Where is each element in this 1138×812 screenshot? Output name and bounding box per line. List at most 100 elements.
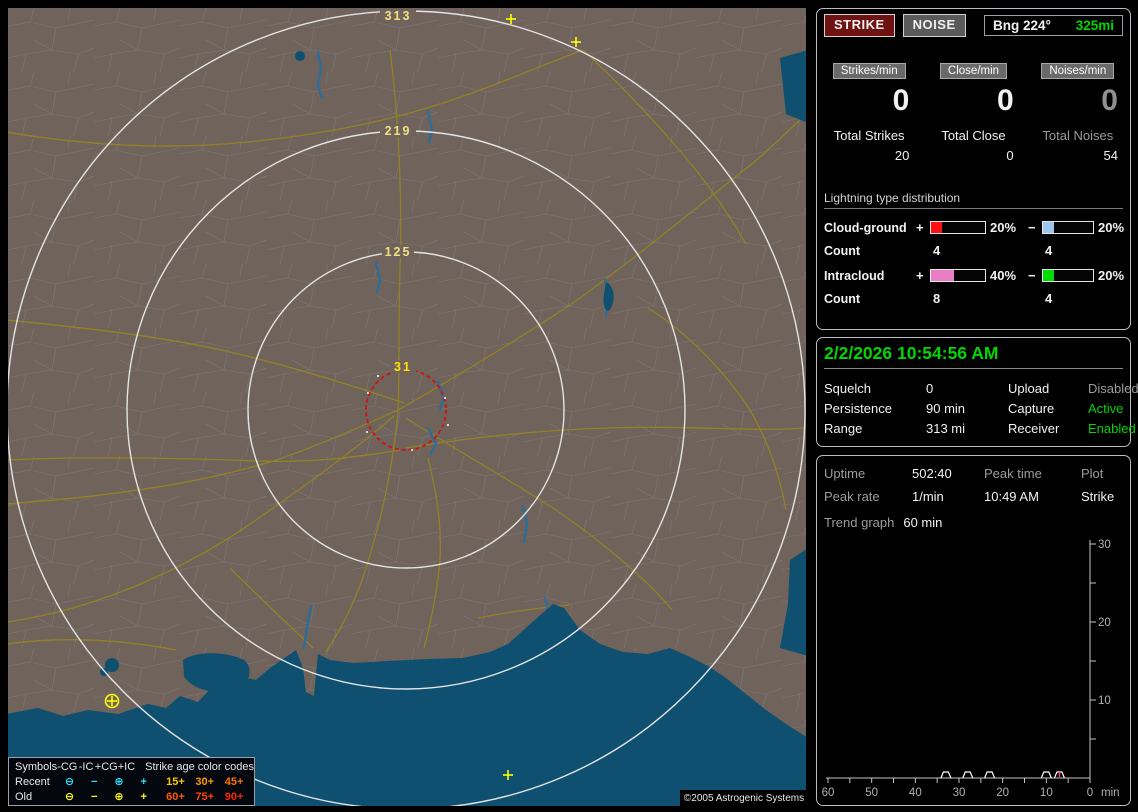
legend-recent-row: Recent ⊖ − ⊕ + 15+ 30+ 45+ <box>15 775 254 790</box>
ring-label-219: 219 <box>385 124 412 138</box>
strikes-counter: Strikes/min 0 Total Strikes 20 <box>824 63 914 163</box>
plot-value: Strike <box>1081 488 1115 504</box>
cloud-ground-count-row: Count 4 4 <box>824 243 1123 258</box>
cloud-ground-label: Cloud-ground <box>824 220 907 235</box>
legend-col-pic: +IC <box>117 761 136 773</box>
range-label: Range <box>824 420 863 436</box>
lightning-map[interactable]: 313 219 125 31 Symbols -CG -IC +CG +IC S… <box>8 8 806 806</box>
legend-old-row: Old ⊖ − ⊕ + 60+ 75+ 90+ <box>15 790 254 805</box>
cg-positive-bar <box>930 221 986 234</box>
trend-graph-row: Trend graph 60 min <box>824 515 1123 530</box>
strikes-per-min-value: 0 <box>892 84 910 117</box>
legend-recent-label: Recent <box>15 776 50 788</box>
ic-negative-count: 4 <box>1045 291 1053 306</box>
trend-graph: 60 50 40 30 20 10 0 min 30 20 10 <box>822 539 1120 799</box>
svg-text:20: 20 <box>1098 617 1111 629</box>
rate-counters: Strikes/min 0 Total Strikes 20 Close/min… <box>824 63 1123 163</box>
bearing-range-value: 325mi <box>1075 18 1114 33</box>
persistence-label: Persistence <box>824 400 892 416</box>
bearing-value: Bng 224° <box>993 18 1051 33</box>
peak-rate-label: Peak rate <box>824 488 880 504</box>
peak-time-label: Peak time <box>984 465 1042 481</box>
upload-label: Upload <box>1008 380 1050 396</box>
total-close-label: Total Close <box>941 128 1006 143</box>
noises-counter: Noises/min 0 Total Noises 54 <box>1033 63 1123 163</box>
svg-text:50: 50 <box>865 787 878 799</box>
range-value: 313 mi <box>926 420 966 436</box>
trend-graph-window: 60 min <box>903 515 943 530</box>
app-window: 313 219 125 31 Symbols -CG -IC +CG +IC S… <box>0 0 1138 812</box>
plus-sign: + <box>916 268 924 283</box>
total-close-value: 0 <box>1006 148 1014 163</box>
cg-negative-count: 4 <box>1045 243 1053 258</box>
legend-symbols-header: Symbols <box>15 761 58 773</box>
cg-positive-pct: 20% <box>990 220 1017 235</box>
neg-cg-old-icon: ⊖ <box>64 791 75 803</box>
cg-negative-fill <box>1043 222 1054 233</box>
peak-time-value: 10:49 AM <box>984 488 1039 504</box>
legend-col-nic: -IC <box>78 761 94 773</box>
svg-text:20: 20 <box>996 787 1009 799</box>
svg-text:0: 0 <box>1087 787 1093 799</box>
strike-counters-panel: STRIKE NOISE Bng 224° 325mi Strikes/min … <box>816 8 1131 330</box>
close-per-min-value: 0 <box>996 84 1014 117</box>
ic-count-label: Count <box>824 291 861 306</box>
total-strikes-value: 20 <box>894 148 910 163</box>
total-noises-value: 54 <box>1103 148 1118 163</box>
cloud-ground-row: Cloud-ground + 20% − 20% <box>824 220 1124 235</box>
plus-sign: + <box>916 220 924 235</box>
capture-label: Capture <box>1008 400 1055 416</box>
ic-negative-fill <box>1043 270 1054 281</box>
uptime-label: Uptime <box>824 465 866 481</box>
age-30: 30+ <box>195 776 215 788</box>
neg-ic-old-icon: − <box>91 791 98 803</box>
cg-positive-count: 4 <box>933 243 941 258</box>
svg-text:min: min <box>1101 787 1120 799</box>
cg-negative-pct: 20% <box>1098 220 1125 235</box>
svg-text:10: 10 <box>1098 695 1111 707</box>
uptime-value: 502:40 <box>912 465 952 481</box>
svg-text:30: 30 <box>1098 539 1111 551</box>
ic-negative-pct: 20% <box>1098 268 1125 283</box>
noises-per-min-value: 0 <box>1101 84 1118 117</box>
close-per-min-chip: Close/min <box>939 63 1008 79</box>
strikes-per-min-chip: Strikes/min <box>832 63 906 79</box>
age-60: 60+ <box>166 791 185 803</box>
ring-label-31: 31 <box>394 360 412 374</box>
ic-positive-count: 8 <box>933 291 941 306</box>
peak-rate-value: 1/min <box>912 488 944 504</box>
stats-panel: Uptime 502:40 Peak time Plot Peak rate 1… <box>816 455 1131 806</box>
persistence-value: 90 min <box>926 400 966 416</box>
intracloud-row: Intracloud + 40% − 20% <box>824 268 1124 283</box>
lightning-distribution: Lightning type distribution Cloud-ground… <box>824 191 1124 306</box>
neg-ic-recent-icon: − <box>91 776 98 788</box>
svg-text:40: 40 <box>909 787 922 799</box>
intracloud-count-row: Count 8 4 <box>824 291 1123 306</box>
svg-text:10: 10 <box>1040 787 1053 799</box>
noise-mode-button[interactable]: NOISE <box>902 14 966 37</box>
upload-state: Disabled <box>1088 380 1138 396</box>
ic-negative-bar <box>1042 269 1094 282</box>
capture-state: Active <box>1088 400 1124 416</box>
squelch-label: Squelch <box>824 380 871 396</box>
cg-negative-bar <box>1042 221 1094 234</box>
strike-mode-button[interactable]: STRIKE <box>824 14 895 37</box>
bearing-display: Bng 224° 325mi <box>984 15 1123 36</box>
pos-cg-recent-icon: ⊕ <box>114 776 124 788</box>
date-time-display: 2/2/2026 10:54:56 AM <box>824 343 1123 369</box>
pos-ic-old-icon: + <box>140 791 147 803</box>
close-counter: Close/min 0 Total Close 0 <box>928 63 1018 163</box>
cg-positive-fill <box>931 222 942 233</box>
svg-text:30: 30 <box>953 787 966 799</box>
age-15: 15+ <box>166 776 185 788</box>
minus-sign: − <box>1028 268 1036 283</box>
ring-label-125: 125 <box>385 245 412 259</box>
uptime-row: Uptime 502:40 Peak time Plot <box>824 462 1123 484</box>
map-canvas: 313 219 125 31 <box>8 8 806 806</box>
neg-cg-recent-icon: ⊖ <box>64 776 75 788</box>
sidebar: STRIKE NOISE Bng 224° 325mi Strikes/min … <box>816 8 1138 806</box>
cg-strike-icon <box>104 693 120 709</box>
cg-count-label: Count <box>824 243 861 258</box>
mode-button-row: STRIKE NOISE Bng 224° 325mi <box>824 14 1123 37</box>
age-45: 45+ <box>224 776 244 788</box>
